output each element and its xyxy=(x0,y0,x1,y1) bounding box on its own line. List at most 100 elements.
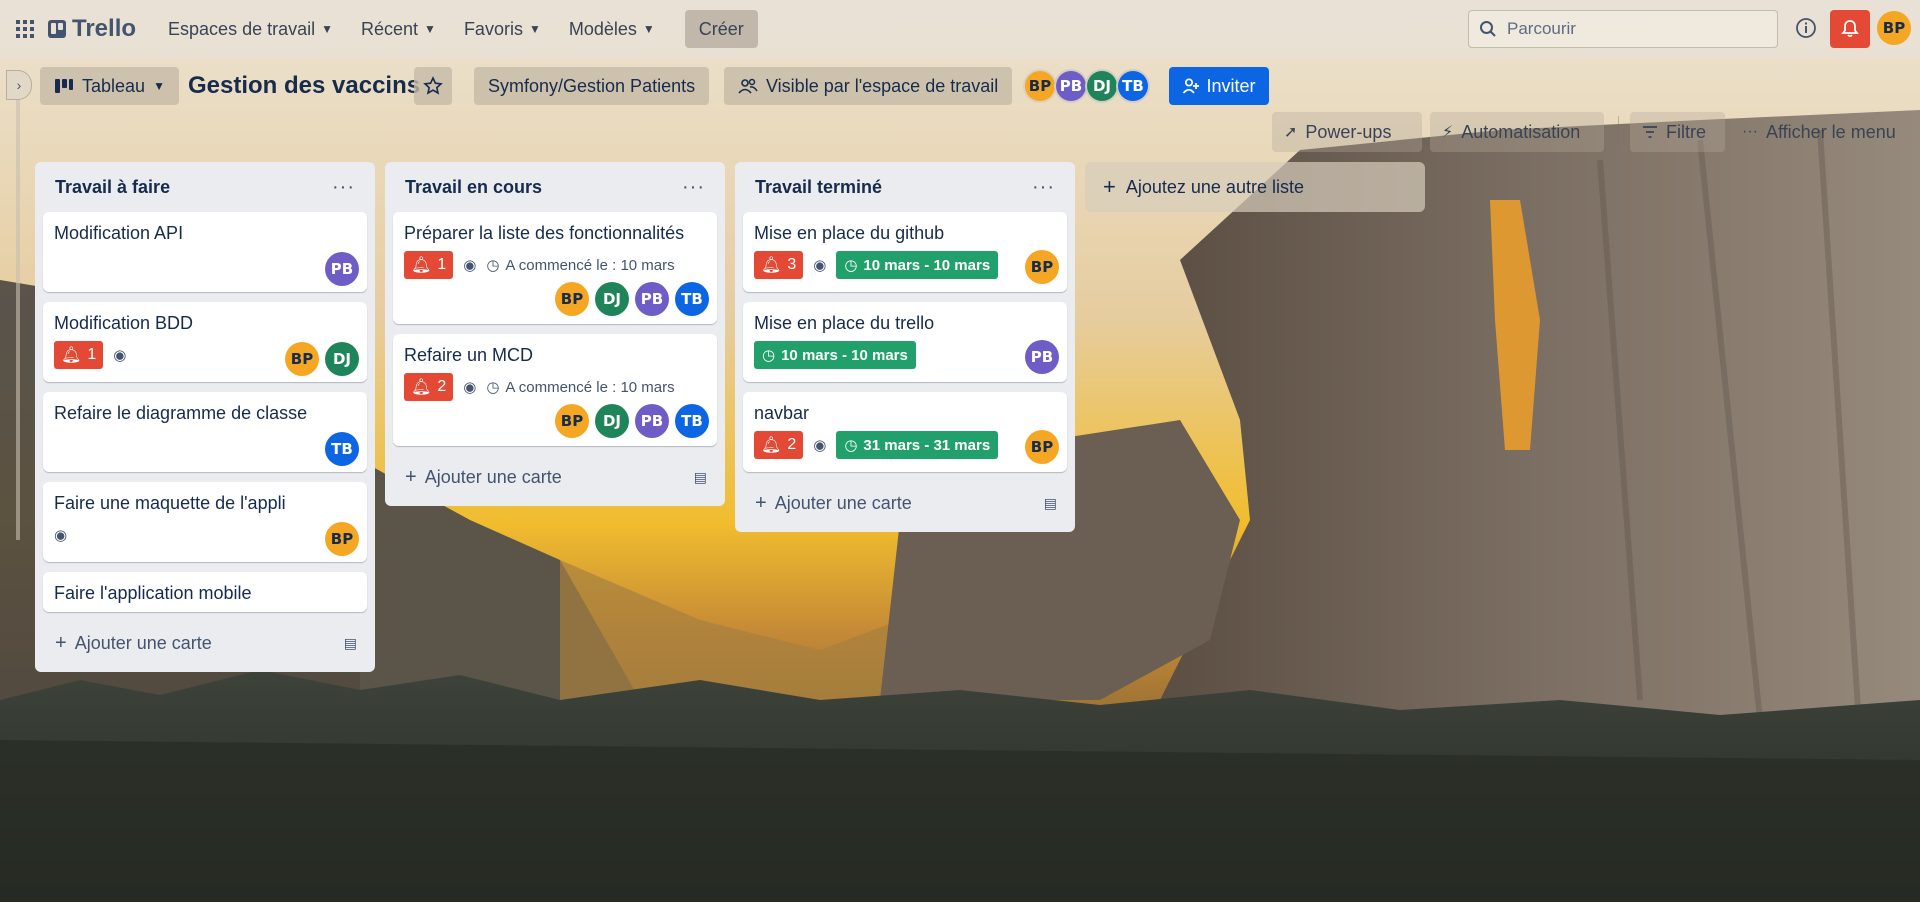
star-board-button[interactable] xyxy=(414,67,452,105)
watch-icon: ◉ xyxy=(813,257,827,274)
add-card-button[interactable]: + Ajouter une carte ▤ xyxy=(43,622,367,664)
card[interactable]: Mise en place du trello ◷ 10 mars - 10 m… xyxy=(743,302,1067,382)
member-avatar[interactable]: PB xyxy=(635,404,669,438)
watch-icon: ◉ xyxy=(113,347,127,364)
member-avatar[interactable]: PB xyxy=(1025,340,1059,374)
card[interactable]: navbar 🔔︎ 2 ◉ ◷ 31 mars - 31 mars BP xyxy=(743,392,1067,472)
board-view-switcher[interactable]: Tableau ▼ xyxy=(40,67,179,105)
member-avatar[interactable]: PB xyxy=(1054,69,1088,103)
card[interactable]: Préparer la liste des fonctionnalités 🔔︎… xyxy=(393,212,717,324)
app-switcher-button[interactable] xyxy=(8,12,42,46)
notification-count: 3 xyxy=(787,256,797,273)
member-avatar[interactable]: BP xyxy=(555,404,589,438)
member-avatar[interactable]: DJ xyxy=(1085,69,1119,103)
card[interactable]: Mise en place du github 🔔︎ 3 ◉ ◷ 10 mars… xyxy=(743,212,1067,292)
card-members: BP DJ PB TB xyxy=(404,404,709,438)
search-icon xyxy=(1480,21,1496,37)
filter-button[interactable]: Filtre xyxy=(1630,112,1725,152)
member-avatar[interactable]: BP xyxy=(1023,69,1057,103)
member-avatar[interactable]: TB xyxy=(675,404,709,438)
list-title[interactable]: Travail terminé xyxy=(755,177,882,198)
card[interactable]: Modification API PB xyxy=(43,212,367,292)
list-header[interactable]: Travail terminé ··· xyxy=(743,162,1067,212)
notification-count: 2 xyxy=(787,436,797,453)
nav-workspaces[interactable]: Espaces de travail ▼ xyxy=(154,10,347,48)
clock-icon: ◷ xyxy=(844,437,858,454)
add-card-button[interactable]: + Ajouter une carte ▤ xyxy=(743,482,1067,524)
list-header[interactable]: Travail en cours ··· xyxy=(393,162,717,212)
add-card-button[interactable]: + Ajouter une carte ▤ xyxy=(393,456,717,498)
create-button[interactable]: Créer xyxy=(684,10,758,48)
nav-favorites[interactable]: Favoris ▼ xyxy=(450,10,555,48)
automation-button[interactable]: ⚡ Automatisation xyxy=(1430,112,1604,152)
card[interactable]: Refaire le diagramme de classe TB xyxy=(43,392,367,472)
list-in-progress: Travail en cours ··· Préparer la liste d… xyxy=(385,162,725,506)
card-badges: 🔔︎ 2 ◉ ◷ 31 mars - 31 mars xyxy=(754,430,1059,460)
member-avatar[interactable]: BP xyxy=(1025,430,1059,464)
list-header[interactable]: Travail à faire ··· xyxy=(43,162,367,212)
member-avatar[interactable]: DJ xyxy=(595,282,629,316)
board-title[interactable]: Gestion des vaccins xyxy=(188,72,420,100)
member-avatar[interactable]: PB xyxy=(635,282,669,316)
due-date-badge[interactable]: ◷ 10 mars - 10 mars xyxy=(836,251,999,279)
bell-icon: 🔔︎ xyxy=(411,379,432,396)
bell-icon xyxy=(1841,20,1859,38)
account-avatar[interactable]: BP xyxy=(1877,11,1911,45)
notifications-button[interactable] xyxy=(1830,10,1870,48)
card[interactable]: Faire l'application mobile xyxy=(43,572,367,612)
card-members: PB xyxy=(325,252,359,286)
member-avatar[interactable]: BP xyxy=(285,342,319,376)
invite-button[interactable]: Inviter xyxy=(1169,67,1269,105)
member-avatar[interactable]: PB xyxy=(325,252,359,286)
list-menu-icon[interactable]: ··· xyxy=(332,176,355,199)
workspace-button[interactable]: Symfony/Gestion Patients xyxy=(474,67,710,105)
chevron-down-icon: ▼ xyxy=(642,22,655,36)
sidebar-toggle-button[interactable]: › xyxy=(6,70,32,100)
member-avatar[interactable]: TB xyxy=(325,432,359,466)
list-menu-icon[interactable]: ··· xyxy=(682,176,705,199)
list-title[interactable]: Travail à faire xyxy=(55,177,170,198)
show-menu-button[interactable]: ··· Afficher le menu xyxy=(1730,112,1914,152)
plus-icon: + xyxy=(55,631,67,654)
start-date-badge: ◷ A commencé le : 10 mars xyxy=(486,378,674,397)
search-box[interactable] xyxy=(1468,10,1778,48)
member-avatar[interactable]: TB xyxy=(1116,69,1150,103)
list-title[interactable]: Travail en cours xyxy=(405,177,542,198)
member-avatar[interactable]: BP xyxy=(555,282,589,316)
visibility-button[interactable]: Visible par l'espace de travail xyxy=(724,67,1013,105)
member-avatar[interactable]: BP xyxy=(325,522,359,556)
nav-recent[interactable]: Récent ▼ xyxy=(347,10,450,48)
template-icon[interactable]: ▤ xyxy=(1044,495,1057,512)
star-icon xyxy=(423,76,443,95)
due-date-label: 10 mars - 10 mars xyxy=(781,346,908,364)
card-badges: ◷ 10 mars - 10 mars xyxy=(754,340,1059,370)
card-title: Faire l'application mobile xyxy=(54,583,252,603)
add-user-icon xyxy=(1183,78,1200,94)
trello-logo[interactable]: Trello xyxy=(48,15,136,43)
info-button[interactable] xyxy=(1792,14,1820,42)
start-date-label: A commencé le : 10 mars xyxy=(505,256,675,274)
template-icon[interactable]: ▤ xyxy=(344,635,357,652)
due-date-badge[interactable]: ◷ 31 mars - 31 mars xyxy=(836,431,999,459)
member-avatar[interactable]: BP xyxy=(1025,250,1059,284)
card-badges: ◉ xyxy=(54,520,359,550)
member-avatar[interactable]: TB xyxy=(675,282,709,316)
card[interactable]: Modification BDD 🔔︎ 1 ◉ BP DJ xyxy=(43,302,367,382)
card-title: navbar xyxy=(754,403,810,423)
plus-icon: + xyxy=(405,465,417,488)
member-avatar[interactable]: DJ xyxy=(325,342,359,376)
chevron-right-icon: › xyxy=(16,77,22,93)
list-menu-icon[interactable]: ··· xyxy=(1032,176,1055,199)
add-list-button[interactable]: + Ajoutez une autre liste xyxy=(1085,162,1425,212)
card[interactable]: Refaire un MCD 🔔︎ 2 ◉ ◷ A commencé le : … xyxy=(393,334,717,446)
due-date-badge[interactable]: ◷ 10 mars - 10 mars xyxy=(754,341,916,369)
member-avatar[interactable]: DJ xyxy=(595,404,629,438)
toolbar-divider xyxy=(1618,116,1619,148)
search-input[interactable] xyxy=(1507,19,1747,39)
powerups-button[interactable]: ➚ Power-ups xyxy=(1272,112,1422,152)
nav-templates[interactable]: Modèles ▼ xyxy=(555,10,669,48)
card[interactable]: Faire une maquette de l'appli ◉ BP xyxy=(43,482,367,562)
template-icon[interactable]: ▤ xyxy=(694,469,707,486)
notification-badge: 🔔︎ 2 xyxy=(754,431,804,459)
bell-icon: 🔔︎ xyxy=(761,437,782,454)
